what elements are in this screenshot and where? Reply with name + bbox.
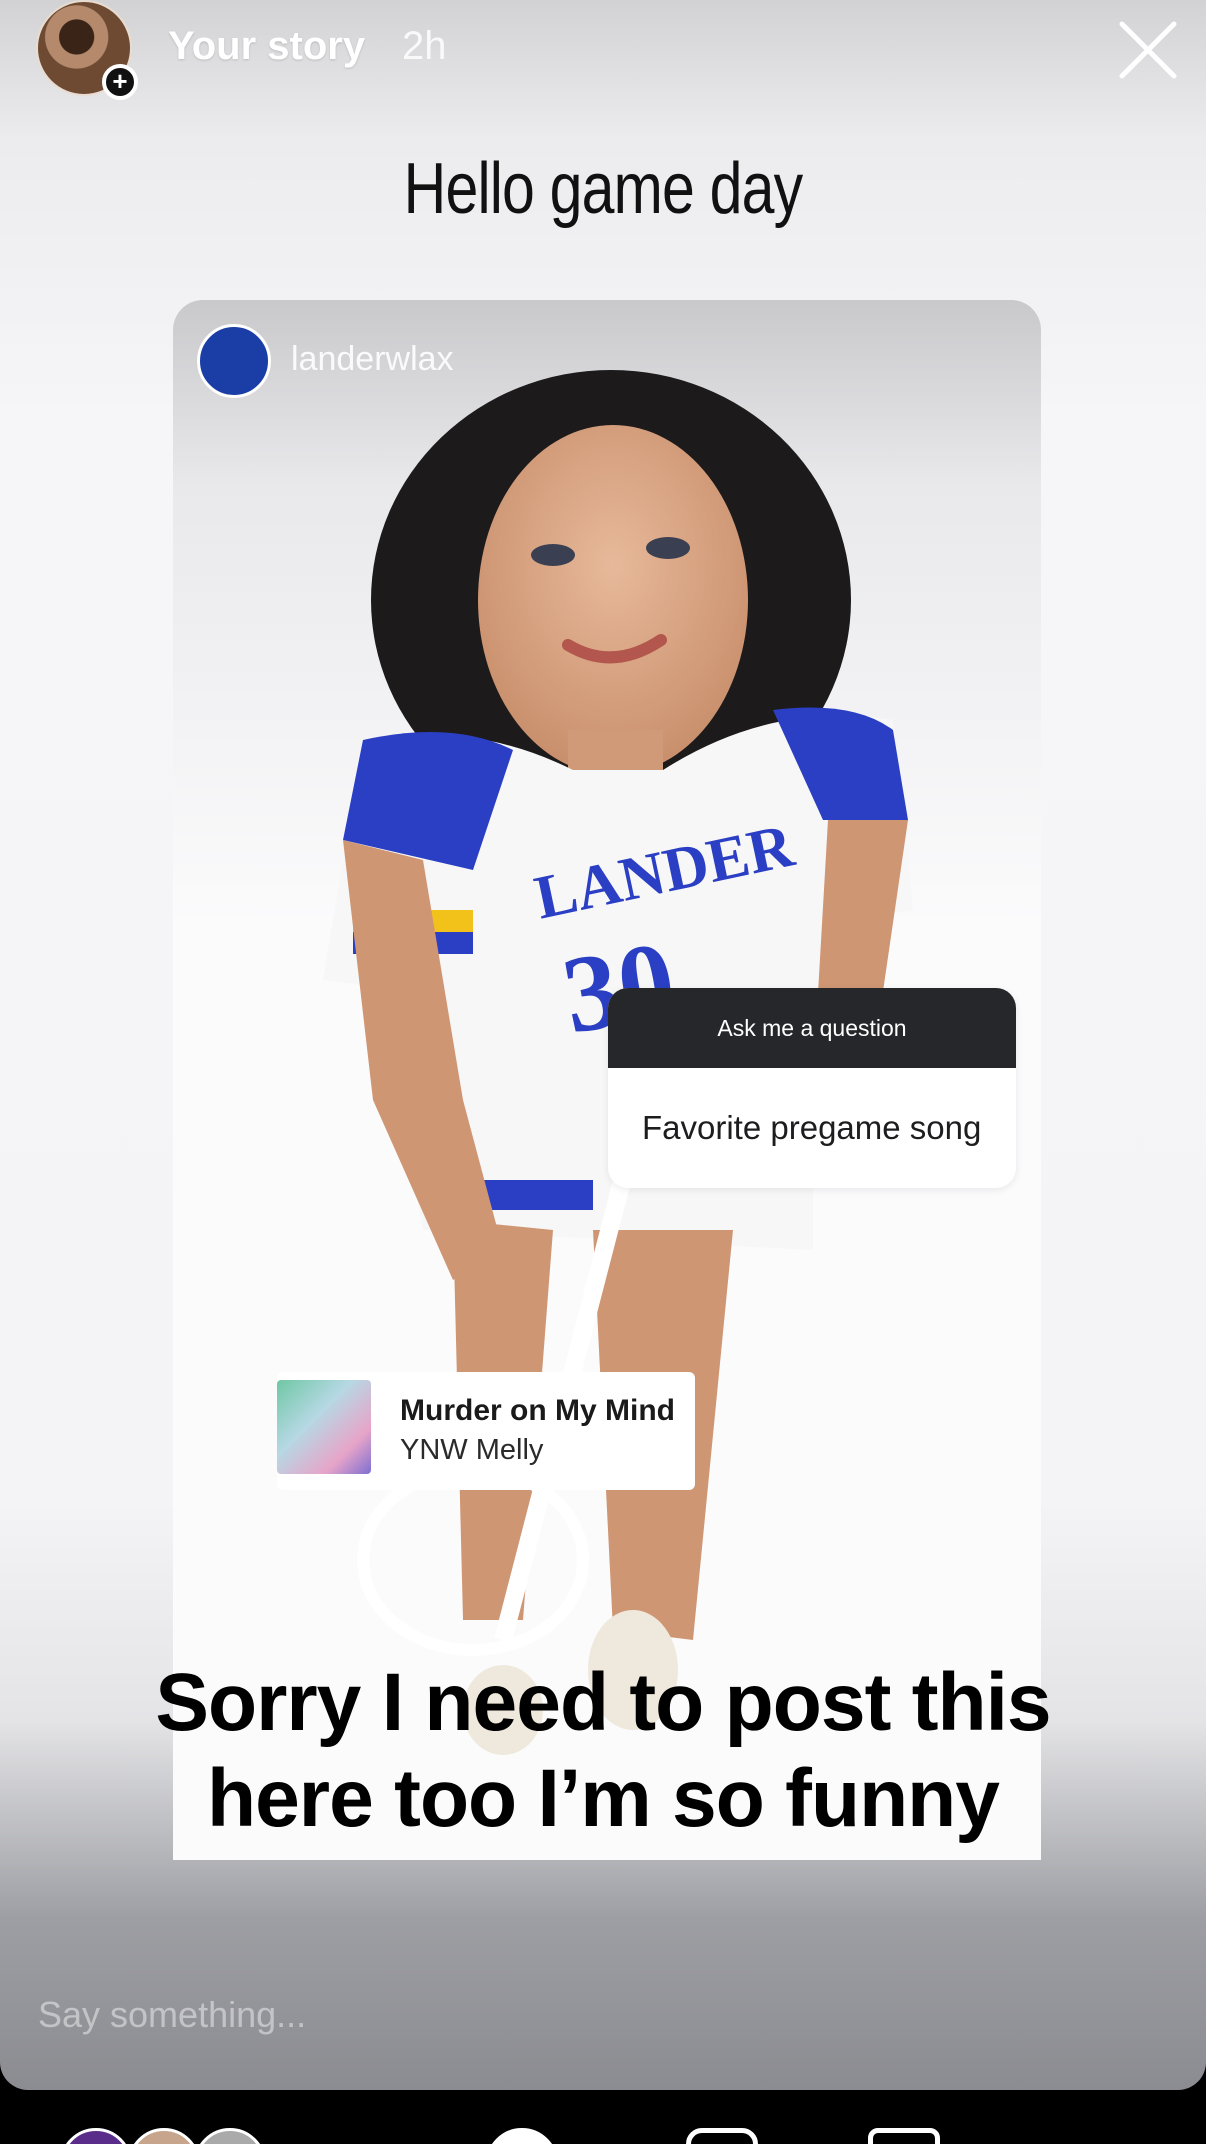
post-author-handle[interactable]: landerwlax [291, 340, 454, 379]
caption-line-1: Sorry I need to post this [155, 1657, 1051, 1748]
share-icon[interactable] [868, 2128, 940, 2144]
close-icon[interactable] [1112, 14, 1184, 86]
story-timestamp: 2h [402, 24, 447, 68]
highlight-icon[interactable] [686, 2128, 758, 2144]
song-title: Murder on My Mind [400, 1394, 675, 1427]
question-sticker-header: Ask me a question [608, 988, 1016, 1068]
album-art-image [277, 1380, 371, 1474]
plus-icon[interactable]: + [102, 64, 138, 100]
song-artist: YNW Melly [400, 1434, 544, 1466]
caption-line-2: here too I’m so funny [206, 1753, 1000, 1844]
story-headline-text: Hello game day [403, 149, 804, 229]
question-sticker-text: Favorite pregame song [642, 1109, 982, 1146]
reply-input[interactable] [38, 1990, 458, 2040]
music-sticker[interactable]: Murder on My Mind YNW Melly [277, 1372, 695, 1490]
story-caption: Sorry I need to post this here too I’m s… [12, 1655, 1194, 1847]
post-author-avatar[interactable] [197, 324, 271, 398]
question-sticker[interactable]: Ask me a question Favorite pregame song [608, 988, 1016, 1188]
story-viewer: + Your story 2h Hello game day LANDER 30… [0, 0, 1206, 2090]
story-owner-name[interactable]: Your story [168, 24, 365, 69]
